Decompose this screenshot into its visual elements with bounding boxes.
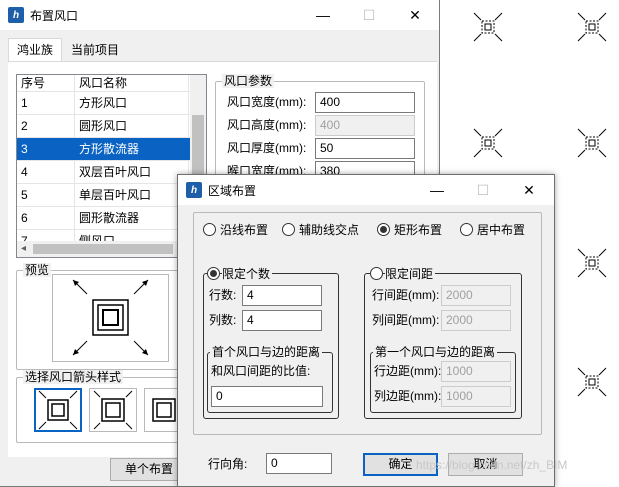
- row-index: 3: [17, 138, 75, 160]
- arrow-style-title: 选择风口箭头样式: [23, 370, 124, 384]
- cols-label: 列数:: [209, 313, 237, 327]
- outlet-symbol-icon: [473, 12, 503, 42]
- angle-input[interactable]: 0: [266, 453, 332, 474]
- rows-label: 行数:: [209, 288, 237, 302]
- row-index: 2: [17, 115, 75, 137]
- radio-count-limit-label[interactable]: 限定个数: [222, 267, 273, 281]
- dialog-logo-icon: h: [186, 182, 202, 198]
- rows-input[interactable]: 4: [242, 285, 322, 306]
- radio-spacing-limit-label[interactable]: 限定间距: [385, 267, 436, 281]
- outlet-preview-icon: [72, 279, 149, 356]
- outlet-symbol-icon: [473, 128, 503, 158]
- radio-aux-intersection-label[interactable]: 辅助线交点: [299, 223, 359, 237]
- col-edge-input[interactable]: 1000: [441, 386, 511, 407]
- row-edge-input[interactable]: 1000: [441, 361, 511, 382]
- tab-current-project[interactable]: 当前项目: [62, 38, 128, 62]
- radio-center-layout-label[interactable]: 居中布置: [477, 223, 525, 237]
- outlet-params-title: 风口参数: [222, 74, 275, 88]
- height-label: 风口高度(mm):: [227, 118, 307, 132]
- minimize-button[interactable]: —: [300, 0, 346, 30]
- outlet-symbol-icon: [577, 367, 607, 397]
- arrow-style-option-2[interactable]: [89, 388, 137, 432]
- dialog-minimize-button[interactable]: —: [414, 175, 460, 205]
- dialog-title: 区域布置: [208, 183, 257, 198]
- arrow-style-2-icon: [93, 390, 133, 430]
- list-header: 序号 风口名称: [17, 75, 206, 92]
- preview-title: 预览: [23, 263, 52, 277]
- row-index: 6: [17, 207, 75, 229]
- dialog-title-bar: h 区域布置 — ☐ ✕: [178, 175, 554, 205]
- maximize-button[interactable]: ☐: [346, 0, 392, 30]
- angle-label: 行向角:: [208, 457, 248, 471]
- ratio-label: 和风口间距的比值:: [211, 364, 311, 378]
- tab-hongye[interactable]: 鸿业族: [8, 38, 63, 62]
- edge-distance-title: 第一个风口与边的距离: [373, 345, 498, 359]
- list-row[interactable]: 1 方形风口: [17, 92, 206, 115]
- scroll-left-icon[interactable]: ◂: [21, 241, 26, 257]
- list-row[interactable]: 3 方形散流器: [17, 138, 206, 161]
- row-name: 方形散流器: [75, 138, 189, 160]
- edge-ratio-title: 首个风口与边的距离: [210, 345, 323, 359]
- row-index: 4: [17, 161, 75, 183]
- arrow-style-option-3[interactable]: [144, 388, 178, 432]
- column-header-name[interactable]: 风口名称: [75, 75, 189, 91]
- list-row[interactable]: 2 圆形风口: [17, 115, 206, 138]
- arrow-style-1-icon: [38, 390, 78, 430]
- row-name: 单层百叶风口: [75, 184, 189, 206]
- thickness-label: 风口厚度(mm):: [227, 141, 307, 155]
- app-logo-icon: h: [8, 7, 24, 23]
- ratio-input[interactable]: 0: [211, 386, 323, 407]
- title-bar: h 布置风口 — ☐ ✕: [0, 0, 439, 30]
- outlet-symbol-icon: [577, 128, 607, 158]
- row-spacing-label: 行间距(mm):: [372, 288, 440, 302]
- area-layout-dialog: h 区域布置 — ☐ ✕ 沿线布置 辅助线交点 矩形布置 居中布置 限定个数 行…: [177, 174, 555, 487]
- radio-along-line-label[interactable]: 沿线布置: [220, 223, 268, 237]
- close-button[interactable]: ✕: [392, 0, 438, 30]
- row-name: 双层百叶风口: [75, 161, 189, 183]
- watermark: https://blog.csdn.net/zh_BIM: [416, 458, 568, 472]
- col-edge-label: 列边距(mm):: [374, 389, 442, 403]
- dialog-maximize-button[interactable]: ☐: [460, 175, 506, 205]
- row-edge-label: 行边距(mm):: [374, 364, 442, 378]
- arrow-style-3-icon: [152, 398, 176, 422]
- radio-along-line[interactable]: [203, 223, 216, 236]
- column-header-index[interactable]: 序号: [17, 75, 75, 91]
- outlet-symbol-icon: [577, 248, 607, 278]
- row-index: 5: [17, 184, 75, 206]
- width-input[interactable]: 400: [315, 92, 415, 113]
- col-spacing-label: 列间距(mm):: [372, 313, 440, 327]
- window-title: 布置风口: [30, 8, 79, 23]
- outlet-symbol-icon: [577, 12, 607, 42]
- height-input[interactable]: 400: [315, 115, 415, 136]
- width-label: 风口宽度(mm):: [227, 95, 307, 109]
- arrow-style-option-1[interactable]: [34, 388, 82, 432]
- radio-aux-intersection[interactable]: [282, 223, 295, 236]
- row-name: 圆形散流器: [75, 207, 189, 229]
- row-name: 方形风口: [75, 92, 189, 114]
- dialog-close-button[interactable]: ✕: [506, 175, 552, 205]
- row-spacing-input[interactable]: 2000: [441, 285, 511, 306]
- tab-strip: 鸿业族 当前项目: [8, 38, 128, 62]
- radio-rect-layout[interactable]: [377, 223, 390, 236]
- row-index: 1: [17, 92, 75, 114]
- radio-center-layout[interactable]: [460, 223, 473, 236]
- preview-canvas: [52, 274, 169, 362]
- radio-rect-layout-label[interactable]: 矩形布置: [394, 223, 442, 237]
- radio-count-limit[interactable]: [207, 267, 220, 280]
- thickness-input[interactable]: 50: [315, 138, 415, 159]
- col-spacing-input[interactable]: 2000: [441, 310, 511, 331]
- cols-input[interactable]: 4: [242, 310, 322, 331]
- radio-spacing-limit[interactable]: [370, 267, 383, 280]
- row-name: 圆形风口: [75, 115, 189, 137]
